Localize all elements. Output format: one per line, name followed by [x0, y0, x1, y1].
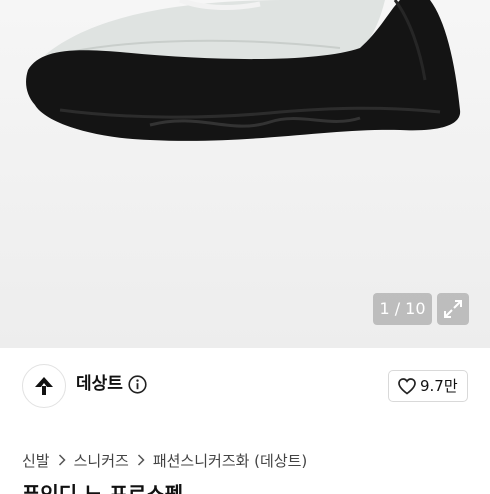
breadcrumb-item[interactable]: 패션스니커즈화 (데상트) [153, 450, 307, 471]
image-counter: 1 / 10 [373, 293, 432, 325]
heart-icon [398, 378, 416, 395]
store-avatar[interactable] [22, 364, 66, 408]
chevron-right-icon [137, 454, 145, 466]
descente-logo-icon [35, 377, 53, 395]
chevron-right-icon [58, 454, 66, 466]
like-count: 9.7만 [420, 377, 458, 395]
product-image-gallery[interactable]: 1 / 10 [0, 0, 490, 348]
like-button[interactable]: 9.7만 [388, 370, 468, 402]
breadcrumb-item[interactable]: 스니커즈 [74, 450, 129, 471]
expand-icon [444, 300, 462, 318]
info-icon[interactable] [128, 375, 147, 394]
breadcrumb-item[interactable]: 신발 [22, 450, 50, 471]
store-row[interactable]: 데상트 9.7만 [0, 348, 490, 424]
expand-button[interactable] [437, 293, 469, 325]
breadcrumb: 신발 스니커즈 패션스니커즈화 (데상트) [22, 449, 307, 471]
store-name[interactable]: 데상트 [76, 372, 123, 396]
product-title: 푸인디 노 프로스펙 [22, 482, 222, 494]
product-title-text: 푸인디 노 프로스펙 [22, 482, 184, 494]
